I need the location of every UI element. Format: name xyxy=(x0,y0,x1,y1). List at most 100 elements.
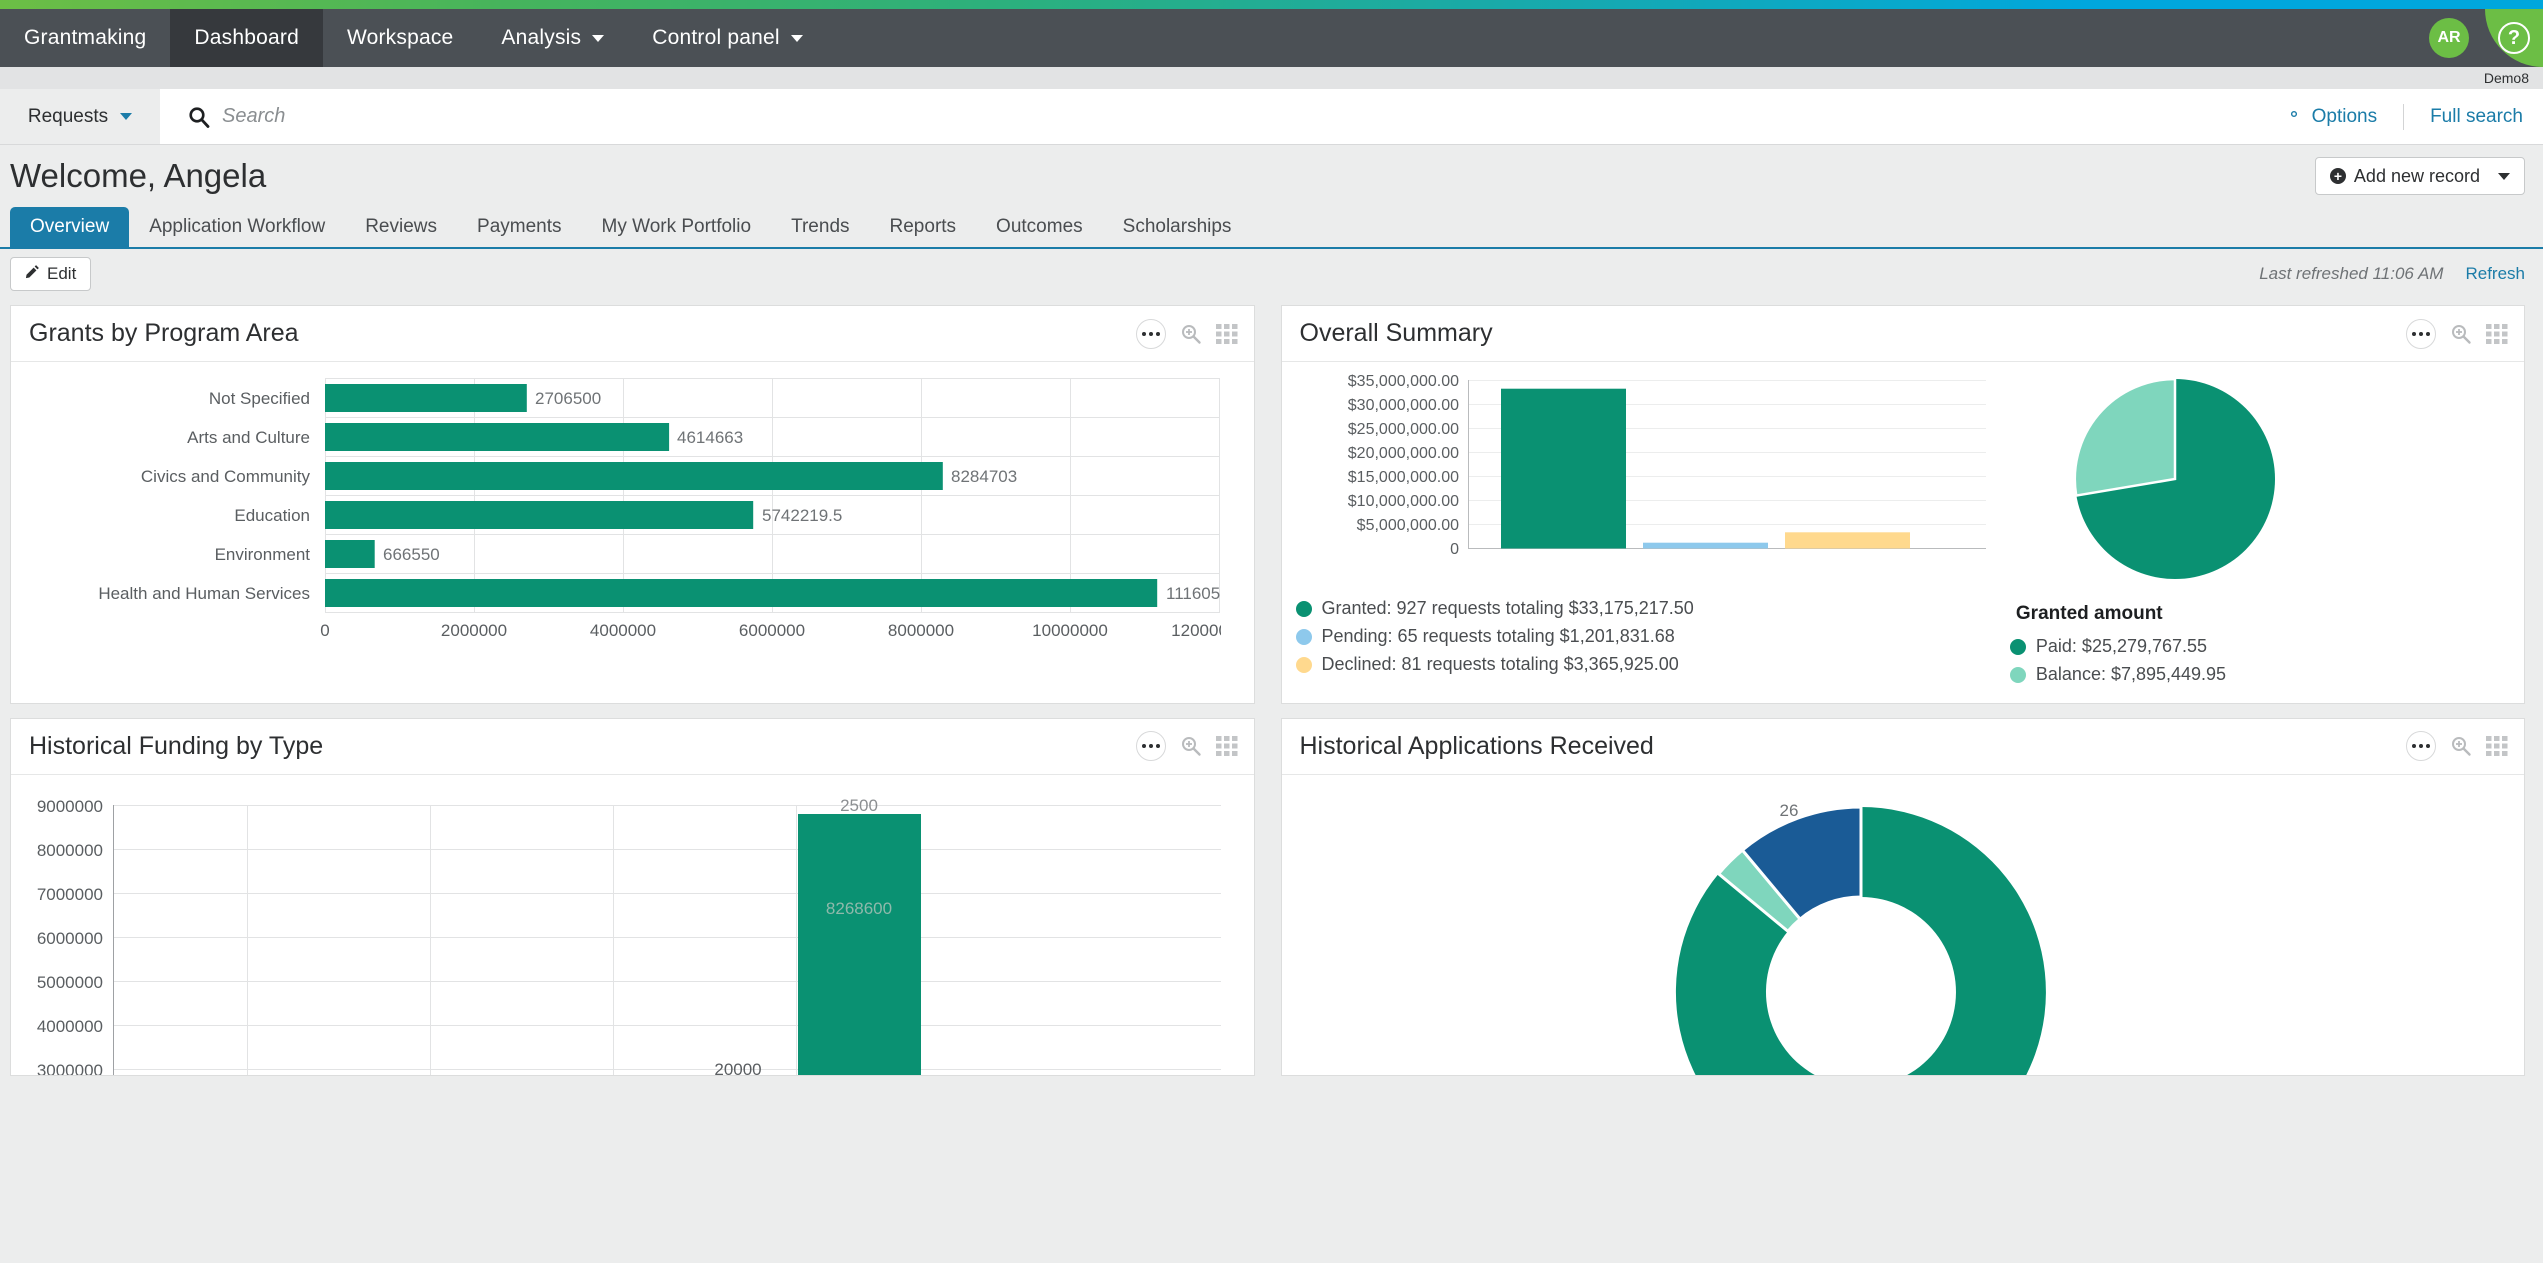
grid-view-icon[interactable] xyxy=(1216,324,1238,344)
tab-outcomes[interactable]: Outcomes xyxy=(976,207,1103,247)
widget-actions xyxy=(1136,731,1238,761)
svg-text:$5,000,000.00: $5,000,000.00 xyxy=(1356,517,1458,534)
tab-reports[interactable]: Reports xyxy=(870,207,977,247)
svg-text:4000000: 4000000 xyxy=(590,621,656,640)
nav-item-workspace[interactable]: Workspace xyxy=(323,9,477,67)
avatar[interactable]: AR xyxy=(2429,18,2469,58)
main-navigation: Grantmaking Dashboard Workspace Analysis… xyxy=(0,9,2543,67)
pencil-icon xyxy=(25,264,40,284)
search-bar: Requests Options Full search xyxy=(0,89,2543,145)
svg-text:5000000: 5000000 xyxy=(37,973,103,992)
chevron-down-icon xyxy=(120,113,132,120)
nav-item-analysis[interactable]: Analysis xyxy=(477,9,628,67)
legend-swatch-pending xyxy=(1296,629,1312,645)
chart-grants-by-program-area: Not Specified Arts and Culture Civics an… xyxy=(25,374,1221,646)
svg-text:6000000: 6000000 xyxy=(37,929,103,948)
svg-text:4614663: 4614663 xyxy=(677,428,743,447)
svg-text:Not Specified: Not Specified xyxy=(209,389,310,408)
help-button[interactable]: ? xyxy=(2485,9,2543,67)
widget-title: Overall Summary xyxy=(1300,319,1493,348)
chart-overall-summary-bars: $35,000,000.00 $30,000,000.00 $25,000,00… xyxy=(1296,374,1986,584)
tab-reviews[interactable]: Reviews xyxy=(345,207,457,247)
zoom-in-icon[interactable] xyxy=(2450,323,2472,345)
tab-trends[interactable]: Trends xyxy=(771,207,869,247)
nav-item-dashboard[interactable]: Dashboard xyxy=(170,9,323,67)
options-button[interactable]: Options xyxy=(2259,105,2403,129)
nav-item-grantmaking[interactable]: Grantmaking xyxy=(0,9,170,67)
brand-gradient-strip xyxy=(0,0,2543,9)
chart-historical-applications-received: 26 xyxy=(1296,787,2492,1075)
add-new-record-label: Add new record xyxy=(2354,166,2480,187)
widget-historical-funding-by-type: Historical Funding by Type xyxy=(10,718,1255,1076)
svg-text:$25,000,000.00: $25,000,000.00 xyxy=(1347,421,1458,438)
more-options-icon[interactable] xyxy=(2406,731,2436,761)
nav-label: Dashboard xyxy=(194,26,299,50)
add-new-record-button[interactable]: + Add new record xyxy=(2315,157,2525,195)
search-input[interactable] xyxy=(222,105,822,128)
granted-amount-legend: Paid: $25,279,767.55 Balance: $7,895,449… xyxy=(2010,633,2510,689)
widget-grants-by-program-area: Grants by Program Area xyxy=(10,305,1255,704)
grid-view-icon[interactable] xyxy=(1216,736,1238,756)
svg-text:5742219.5: 5742219.5 xyxy=(762,506,842,525)
svg-text:10000000: 10000000 xyxy=(1032,621,1108,640)
widget-body: 9000000 8000000 7000000 6000000 5000000 … xyxy=(11,775,1254,1075)
widget-actions xyxy=(1136,319,1238,349)
widget-actions xyxy=(2406,731,2508,761)
svg-text:Arts and Culture: Arts and Culture xyxy=(187,428,310,447)
legend-label: Paid: $25,279,767.55 xyxy=(2036,633,2207,661)
legend-item: Balance: $7,895,449.95 xyxy=(2010,661,2510,689)
svg-text:8284703: 8284703 xyxy=(951,467,1017,486)
tab-overview[interactable]: Overview xyxy=(10,207,129,247)
tab-application-workflow[interactable]: Application Workflow xyxy=(129,207,345,247)
tab-payments[interactable]: Payments xyxy=(457,207,581,247)
legend-label: Pending: 65 requests totaling $1,201,831… xyxy=(1322,623,1675,651)
nav-item-control-panel[interactable]: Control panel xyxy=(628,9,827,67)
nav-label: Workspace xyxy=(347,26,453,50)
legend-item: Paid: $25,279,767.55 xyxy=(2010,633,2510,661)
zoom-in-icon[interactable] xyxy=(2450,735,2472,757)
widget-body: Not Specified Arts and Culture Civics an… xyxy=(11,362,1254,660)
svg-text:2706500: 2706500 xyxy=(535,389,601,408)
svg-text:8000000: 8000000 xyxy=(37,841,103,860)
bar-top-annotation: 2500 xyxy=(840,796,878,815)
legend-item: Pending: 65 requests totaling $1,201,831… xyxy=(1296,623,2000,651)
dashboard-toolbar: Edit Last refreshed 11:06 AM Refresh xyxy=(0,249,2543,299)
tab-label: Application Workflow xyxy=(149,216,325,238)
edit-label: Edit xyxy=(47,264,76,284)
tab-label: Payments xyxy=(477,216,561,238)
tab-label: My Work Portfolio xyxy=(602,216,752,238)
widget-title: Grants by Program Area xyxy=(29,319,299,348)
tab-my-work-portfolio[interactable]: My Work Portfolio xyxy=(582,207,772,247)
more-options-icon[interactable] xyxy=(1136,731,1166,761)
avatar-initials: AR xyxy=(2437,29,2460,47)
granted-amount-section: Granted amount Paid: $25,279,767.55 Bala… xyxy=(2000,374,2510,689)
edit-button[interactable]: Edit xyxy=(10,257,91,291)
tab-scholarships[interactable]: Scholarships xyxy=(1103,207,1252,247)
tab-label: Reports xyxy=(890,216,957,238)
grid-view-icon[interactable] xyxy=(2486,736,2508,756)
zoom-in-icon[interactable] xyxy=(1180,735,1202,757)
widget-header: Overall Summary xyxy=(1282,306,2525,362)
grid-view-icon[interactable] xyxy=(2486,324,2508,344)
nav-label: Grantmaking xyxy=(24,26,146,50)
environment-label: Demo8 xyxy=(2484,70,2529,86)
svg-text:Environment: Environment xyxy=(215,545,311,564)
bar-inner-label: 8268600 xyxy=(826,899,892,918)
svg-text:0: 0 xyxy=(320,621,329,640)
refresh-link[interactable]: Refresh xyxy=(2465,264,2525,284)
more-options-icon[interactable] xyxy=(2406,319,2436,349)
svg-text:2000000: 2000000 xyxy=(441,621,507,640)
chart-granted-amount-pie xyxy=(2010,374,2340,592)
svg-text:Health and Human Services: Health and Human Services xyxy=(98,584,310,603)
svg-text:Education: Education xyxy=(234,506,310,525)
more-options-icon[interactable] xyxy=(1136,319,1166,349)
search-scope-dropdown[interactable]: Requests xyxy=(0,89,160,144)
chevron-down-icon xyxy=(791,35,803,42)
svg-text:0: 0 xyxy=(1450,541,1459,558)
full-search-link[interactable]: Full search xyxy=(2404,106,2523,128)
widget-header: Historical Funding by Type xyxy=(11,719,1254,775)
chevron-down-icon xyxy=(2498,173,2510,180)
last-refreshed-text: Last refreshed 11:06 AM xyxy=(2259,264,2443,284)
widget-actions xyxy=(2406,319,2508,349)
zoom-in-icon[interactable] xyxy=(1180,323,1202,345)
